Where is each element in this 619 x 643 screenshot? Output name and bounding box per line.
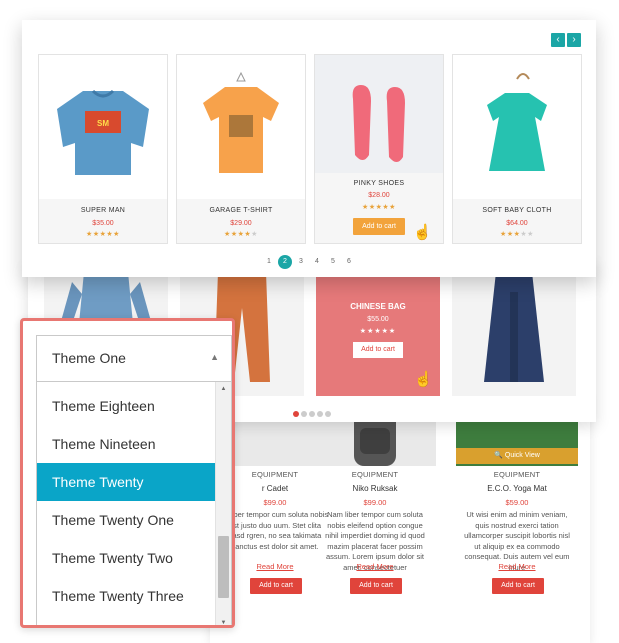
add-to-cart-button[interactable]: Add to cart <box>350 578 402 594</box>
page-link[interactable]: 4 <box>310 255 324 269</box>
product-name: SUPER MAN <box>80 207 126 214</box>
read-more-link[interactable]: Read More <box>456 562 578 571</box>
rating-stars: ★★★★★ <box>500 231 534 238</box>
product-category: EQUIPMENT <box>351 470 399 479</box>
product-carousel-panel: ‹ › SM SUPER MAN $35.00 ★★★★★ GARAGE T-S… <box>22 20 596 277</box>
scroll-down-arrow-icon[interactable]: ▼ <box>216 616 231 625</box>
prev-arrow-button[interactable]: ‹ <box>551 33 565 47</box>
slider-dot[interactable] <box>293 411 299 417</box>
product-price: $28.00 <box>368 192 390 199</box>
rating-stars: ★★★★★ <box>359 328 397 335</box>
add-to-cart-button[interactable]: Add to cart <box>353 342 403 358</box>
product-price: $64.00 <box>506 220 528 227</box>
hand-pointer-icon: ☝ <box>413 224 432 241</box>
theme-option-highlighted[interactable]: Theme Twenty <box>37 463 215 501</box>
product-price: $99.00 <box>363 498 387 507</box>
product-image: SM <box>39 55 167 199</box>
scroll-up-arrow-icon[interactable]: ▲ <box>216 382 231 396</box>
product-price: $59.00 <box>505 498 529 507</box>
product-card: 🔍 Quick View EQUIPMENT E.C.O. Yoga Mat $… <box>456 390 578 643</box>
page-link[interactable]: 1 <box>262 255 276 269</box>
product-image <box>453 55 581 199</box>
baby-cloth-image <box>487 73 547 171</box>
add-to-cart-button[interactable]: Add to cart <box>353 218 405 235</box>
product-name: CHINESE BAG <box>350 302 406 311</box>
product-price: $29.00 <box>230 220 252 227</box>
theme-select-value: Theme One <box>52 350 126 366</box>
product-card[interactable]: GARAGE T-SHIRT $29.00 ★★★★★ <box>176 54 306 244</box>
add-to-cart-button[interactable]: Add to cart <box>250 578 302 594</box>
rating-stars: ★★★★★ <box>86 231 120 238</box>
scrollbar-thumb[interactable] <box>218 536 229 598</box>
product-price: $55.00 <box>367 316 389 323</box>
theme-option[interactable]: Theme Nineteen <box>37 425 215 463</box>
product-card[interactable]: SM SUPER MAN $35.00 ★★★★★ <box>38 54 168 244</box>
scrollbar[interactable]: ▲ ▼ <box>215 382 231 625</box>
theme-select-frame: Theme One ▲ Theme Eighteen Theme Ninetee… <box>20 318 235 628</box>
tshirt-image <box>203 71 279 173</box>
read-more-link[interactable]: Read More <box>314 562 436 571</box>
slider-dot[interactable] <box>325 411 331 417</box>
slider-dot[interactable] <box>301 411 307 417</box>
theme-option[interactable]: Theme Twenty Three <box>37 577 215 615</box>
theme-options-list[interactable]: Theme Eighteen Theme Nineteen Theme Twen… <box>36 381 232 625</box>
theme-select[interactable]: Theme One ▲ <box>36 335 232 381</box>
svg-text:SM: SM <box>97 119 109 128</box>
caret-up-icon: ▲ <box>210 352 219 362</box>
product-name: SOFT BABY CLOTH <box>482 207 552 214</box>
theme-option[interactable]: Theme Twenty Two <box>37 539 215 577</box>
hand-pointer-icon: ☝ <box>414 371 433 388</box>
add-to-cart-button[interactable]: Add to cart <box>492 578 544 594</box>
product-card: EQUIPMENT Niko Ruksak $99.00 Nam liber t… <box>314 390 436 643</box>
slider-dot[interactable] <box>309 411 315 417</box>
product-category: EQUIPMENT <box>493 470 541 479</box>
product-name: PINKY SHOES <box>353 180 405 187</box>
product-image <box>315 55 443 173</box>
product-card[interactable] <box>452 272 576 396</box>
page-link[interactable]: 5 <box>326 255 340 269</box>
theme-option[interactable]: Theme Twenty One <box>37 501 215 539</box>
product-card[interactable]: PINKY SHOES $28.00 ★★★★★ Add to cart ☝ <box>314 54 444 244</box>
product-name: GARAGE T-SHIRT <box>209 207 273 214</box>
product-image <box>177 55 305 199</box>
shoes-image <box>352 85 405 162</box>
theme-option[interactable]: Theme Eighteen <box>37 387 215 425</box>
product-card-highlighted[interactable]: CHINESE BAG $55.00 ★★★★★ Add to cart ☝ <box>316 272 440 396</box>
vest-image <box>484 272 544 382</box>
page-link[interactable]: 3 <box>294 255 308 269</box>
slider-dot[interactable] <box>317 411 323 417</box>
sweatshirt-image: SM <box>57 89 149 175</box>
product-name[interactable]: Niko Ruksak <box>314 484 436 493</box>
rating-stars: ★★★★★ <box>224 231 258 238</box>
product-card[interactable]: SOFT BABY CLOTH $64.00 ★★★★★ <box>452 54 582 244</box>
next-arrow-button[interactable]: › <box>567 33 581 47</box>
rating-stars: ★★★★★ <box>362 204 396 211</box>
page-link-current[interactable]: 2 <box>278 255 292 269</box>
pagination: 123456 <box>22 255 596 269</box>
product-name[interactable]: E.C.O. Yoga Mat <box>456 484 578 493</box>
quick-view-button[interactable]: 🔍 Quick View <box>456 448 578 464</box>
page-link[interactable]: 6 <box>342 255 356 269</box>
product-grid-panel: EQUIPMENT r Cadet $99.00 m liber tempor … <box>210 390 590 643</box>
product-price: $35.00 <box>92 220 114 227</box>
